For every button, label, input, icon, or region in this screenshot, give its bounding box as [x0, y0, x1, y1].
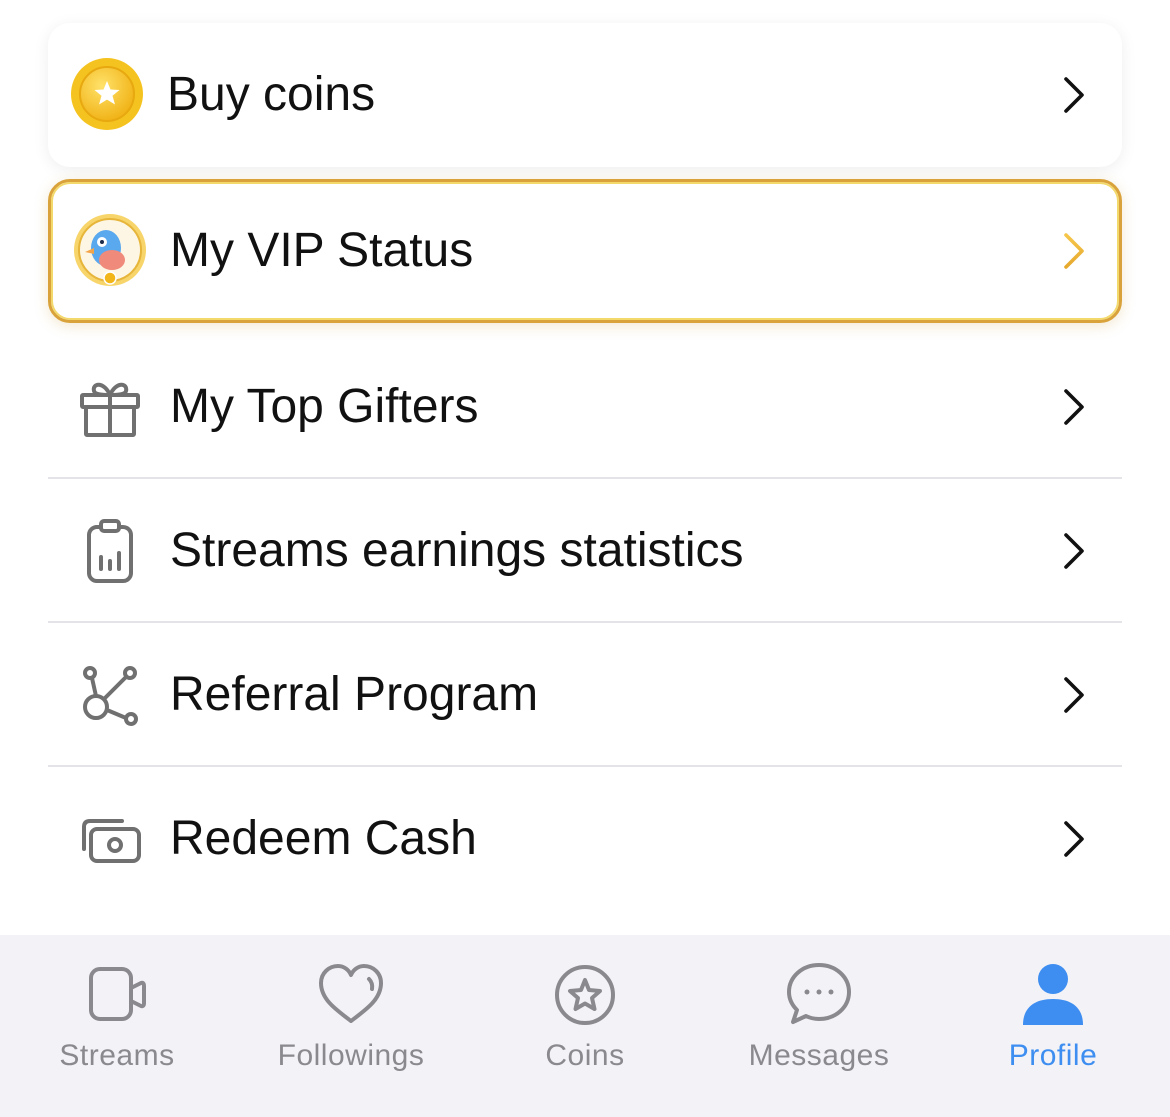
vip-status-item[interactable]: My VIP Status: [48, 179, 1122, 323]
top-gifters-label: My Top Gifters: [170, 380, 479, 433]
gift-icon: [72, 369, 148, 445]
cash-icon: [72, 801, 148, 877]
chevron-right-icon: [1064, 77, 1084, 113]
earnings-statistics-label: Streams earnings statistics: [170, 524, 744, 577]
chevron-right-icon: [1064, 677, 1084, 713]
person-icon: [1023, 964, 1083, 1025]
star-circle-icon: [555, 965, 615, 1025]
chevron-right-icon: [1064, 533, 1084, 569]
chevron-right-icon: [1064, 389, 1084, 425]
tab-coins[interactable]: Coins: [468, 935, 702, 1117]
vip-status-label: My VIP Status: [170, 224, 474, 277]
chevron-right-icon: [1064, 821, 1084, 857]
vip-badge-icon: [72, 212, 148, 288]
earnings-statistics-item[interactable]: Streams earnings statistics: [48, 479, 1122, 623]
tab-label: Streams: [59, 1039, 175, 1072]
tab-label: Coins: [545, 1039, 625, 1072]
video-camera-icon: [89, 967, 146, 1021]
redeem-cash-item[interactable]: Redeem Cash: [48, 767, 1122, 911]
bottom-tab-bar: Streams Followings Coins Messages Profil…: [0, 935, 1170, 1117]
buy-coins-label: Buy coins: [167, 68, 376, 121]
profile-menu: Buy coins My VIP Status My Top Gifters S…: [0, 0, 1170, 935]
network-icon: [72, 657, 148, 733]
redeem-cash-label: Redeem Cash: [170, 812, 477, 865]
referral-program-item[interactable]: Referral Program: [48, 623, 1122, 767]
tab-messages[interactable]: Messages: [702, 935, 936, 1117]
tab-label: Followings: [277, 1039, 425, 1072]
tab-label: Profile: [1008, 1039, 1098, 1072]
tab-label: Messages: [748, 1039, 890, 1072]
chat-bubble-icon: [787, 963, 851, 1024]
chevron-right-icon: [1064, 233, 1084, 269]
referral-program-label: Referral Program: [170, 668, 539, 721]
tab-streams[interactable]: Streams: [0, 935, 234, 1117]
tab-profile[interactable]: Profile: [936, 935, 1170, 1117]
tab-followings[interactable]: Followings: [234, 935, 468, 1117]
coin-icon: [69, 56, 145, 132]
top-gifters-item[interactable]: My Top Gifters: [48, 335, 1122, 479]
heart-icon: [319, 964, 383, 1023]
clipboard-chart-icon: [72, 513, 148, 589]
buy-coins-item[interactable]: Buy coins: [48, 23, 1122, 167]
